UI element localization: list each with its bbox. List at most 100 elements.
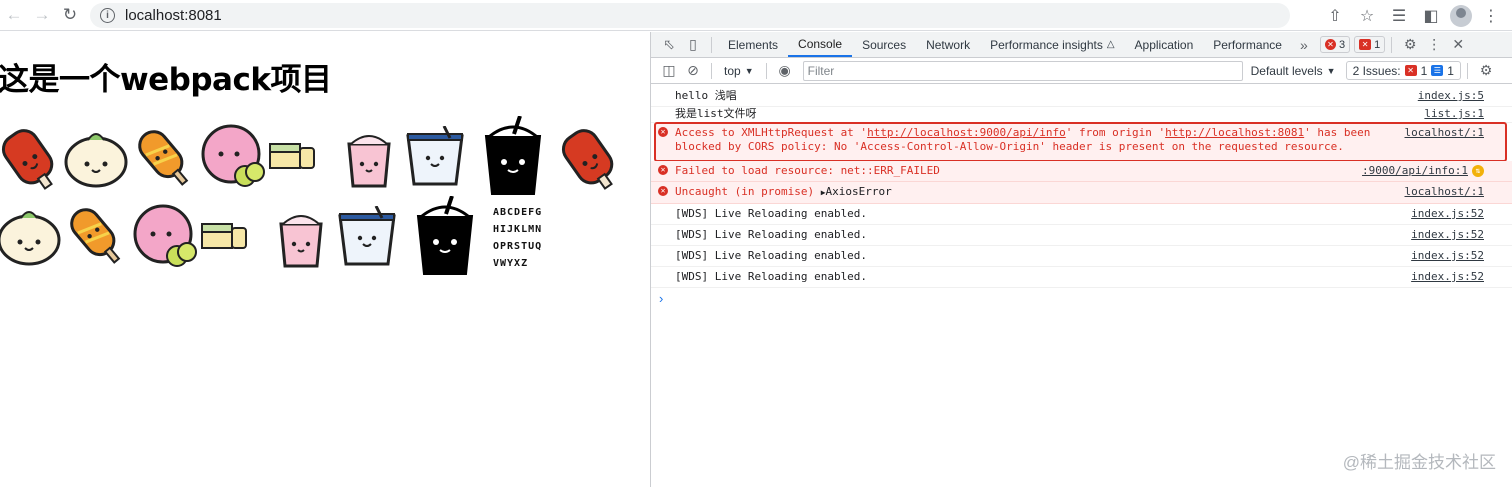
tofu-sprite-image: [269, 143, 315, 169]
filter-input[interactable]: Filter: [802, 60, 1243, 81]
context-value: top: [724, 63, 741, 78]
devtools-menu-icon[interactable]: ⋮: [1422, 33, 1446, 57]
console-settings-gear-icon[interactable]: ⚙: [1474, 59, 1498, 83]
share-icon[interactable]: ⇧: [1322, 3, 1348, 29]
dropdown-caret-icon: ▼: [1326, 65, 1336, 76]
error-text: Uncaught (in promise): [675, 185, 821, 198]
tab-elements[interactable]: Elements: [718, 32, 788, 57]
device-toolbar-icon[interactable]: ▯: [681, 33, 705, 57]
tofu-sprite-image-2: [201, 223, 247, 249]
source-link[interactable]: index.js:52: [1411, 228, 1484, 242]
error-text: ' has been: [1304, 126, 1371, 139]
log-levels-dropdown[interactable]: Default levels ▼: [1251, 64, 1336, 78]
source-link[interactable]: localhost/:1: [1405, 126, 1484, 140]
separator: [711, 62, 712, 79]
origin-url-link[interactable]: http://localhost:8081: [1165, 126, 1304, 139]
console-prompt-chevron-icon[interactable]: ›: [651, 288, 1512, 308]
issues-info: 1: [1447, 63, 1454, 78]
error-count-badge[interactable]: ✕ 3: [1319, 36, 1351, 53]
url-text: localhost:8081: [125, 6, 222, 24]
error-text: Access to XMLHttpRequest at ': [675, 126, 868, 139]
info-square-icon: ☰: [1431, 65, 1444, 76]
cors-error-line-2: blocked by CORS policy: No 'Access-Contr…: [675, 140, 1344, 153]
tab-sources[interactable]: Sources: [852, 32, 916, 57]
error-text: ' from origin ': [1065, 126, 1166, 139]
address-bar[interactable]: i localhost:8081: [90, 2, 1290, 28]
network-request-icon[interactable]: ⇅: [1472, 165, 1484, 177]
more-tabs-chevron-icon[interactable]: »: [1292, 33, 1316, 57]
profile-avatar[interactable]: [1450, 4, 1472, 27]
source-link[interactable]: index.js:5: [1418, 89, 1484, 103]
side-panel-icon[interactable]: ◧: [1418, 3, 1444, 29]
error-icon: ✕: [658, 165, 668, 175]
log-text: hello 浅唱: [675, 89, 737, 102]
font-sample-line: ABCDEFG: [493, 207, 543, 218]
source-link-text[interactable]: :9000/api/info:1: [1362, 164, 1468, 177]
bubble-tea-sprite-image: [484, 116, 542, 195]
console-toolbar: ◫ ⊘ top ▼ ◉ Filter Default levels ▼ 2 Issu…: [651, 58, 1512, 84]
source-link[interactable]: index.js:52: [1411, 207, 1484, 221]
source-link[interactable]: index.js:52: [1411, 249, 1484, 263]
devtools-panel: ⬁ ▯ Elements Console Sources Network Per…: [651, 32, 1512, 487]
mochi-sprite-image: [201, 124, 265, 187]
error-square-icon: ✕: [1359, 39, 1372, 50]
dropdown-caret-icon: ▼: [744, 65, 754, 76]
media-list-icon[interactable]: ☰: [1386, 3, 1412, 29]
console-row: ✕ Uncaught (in promise) ▶AxiosError loca…: [651, 182, 1512, 204]
browser-actions: ⇧ ☆ ☰ ◧ ⋮: [1322, 0, 1504, 31]
error-count: 3: [1338, 38, 1346, 51]
console-row: 我是list文件呀 list.js:1: [651, 107, 1512, 123]
source-link[interactable]: localhost/:1: [1405, 185, 1484, 199]
more-menu-icon[interactable]: ⋮: [1478, 3, 1504, 29]
request-url-link[interactable]: http://localhost:9000/api/info: [867, 126, 1066, 139]
context-select[interactable]: top ▼: [718, 64, 760, 78]
forward-arrow-icon[interactable]: →: [28, 1, 56, 29]
close-devtools-icon[interactable]: ✕: [1446, 33, 1470, 57]
yogurt-cup-sprite-image: [406, 126, 464, 186]
site-info-icon[interactable]: i: [100, 7, 115, 23]
separator: [711, 36, 712, 53]
error-icon: ✕: [1324, 39, 1336, 50]
font-sample-line: OPRSTUQ: [493, 241, 543, 252]
corndog-sprite-image-2: [70, 208, 121, 264]
console-messages: hello 浅唱 index.js:5 我是list文件呀 list.js:1 …: [651, 86, 1512, 308]
sausage-sprite-image-2: [561, 129, 614, 190]
clear-console-icon[interactable]: ⊘: [681, 59, 705, 83]
browser-toolbar: ← → ↻ i localhost:8081 ⇧ ☆ ☰ ◧ ⋮: [0, 0, 1512, 31]
page-title: 这是一个webpack项目: [0, 62, 332, 98]
separator: [765, 62, 767, 79]
back-arrow-icon[interactable]: ←: [0, 1, 28, 29]
source-link: :9000/api/info:1 ⇅: [1362, 164, 1484, 178]
separator: [1391, 36, 1393, 53]
tab-console[interactable]: Console: [788, 32, 853, 57]
console-row: [WDS] Live Reloading enabled. index.js:5…: [651, 267, 1512, 288]
page-viewport: 这是一个webpack项目 ABCDEFG HIJKLMN OPRSTUQ VW…: [0, 32, 650, 487]
console-row: [WDS] Live Reloading enabled. index.js:5…: [651, 225, 1512, 246]
source-link[interactable]: index.js:52: [1411, 270, 1484, 284]
yogurt-cup-sprite-image-2: [338, 206, 396, 266]
tab-application[interactable]: Application: [1125, 32, 1204, 57]
tab-network[interactable]: Network: [916, 32, 980, 57]
live-expression-eye-icon[interactable]: ◉: [773, 59, 797, 83]
font-sample-text: ABCDEFG HIJKLMN OPRSTUQ VWYXZ: [493, 204, 542, 272]
milkshake-sprite-image: [347, 135, 391, 188]
source-link[interactable]: list.js:1: [1424, 107, 1484, 121]
reload-icon[interactable]: ↻: [56, 1, 84, 29]
milkshake-sprite-image-2: [279, 215, 323, 268]
cors-error-row: ✕ Access to XMLHttpRequest at 'http://lo…: [654, 122, 1507, 162]
console-row: [WDS] Live Reloading enabled. index.js:5…: [651, 246, 1512, 267]
log-text: [WDS] Live Reloading enabled.: [675, 270, 868, 283]
issues-button[interactable]: 2 Issues: ✕ 1 ☰ 1: [1345, 61, 1461, 80]
tab-performance-insights[interactable]: Performance insights △: [980, 32, 1124, 57]
sidebar-toggle-icon[interactable]: ◫: [657, 59, 681, 83]
axios-error-object[interactable]: AxiosError: [826, 185, 892, 198]
inspect-element-icon[interactable]: ⬁: [657, 33, 681, 57]
tab-performance[interactable]: Performance: [1203, 32, 1292, 57]
devtools-tab-bar: ⬁ ▯ Elements Console Sources Network Per…: [651, 32, 1512, 58]
bun-sprite-image-2: [0, 211, 61, 266]
log-text: [WDS] Live Reloading enabled.: [675, 249, 868, 262]
error-icon: ✕: [658, 186, 668, 196]
settings-gear-icon[interactable]: ⚙: [1398, 33, 1422, 57]
bookmark-star-icon[interactable]: ☆: [1354, 3, 1380, 29]
warning-count-badge[interactable]: ✕ 1: [1354, 36, 1386, 53]
